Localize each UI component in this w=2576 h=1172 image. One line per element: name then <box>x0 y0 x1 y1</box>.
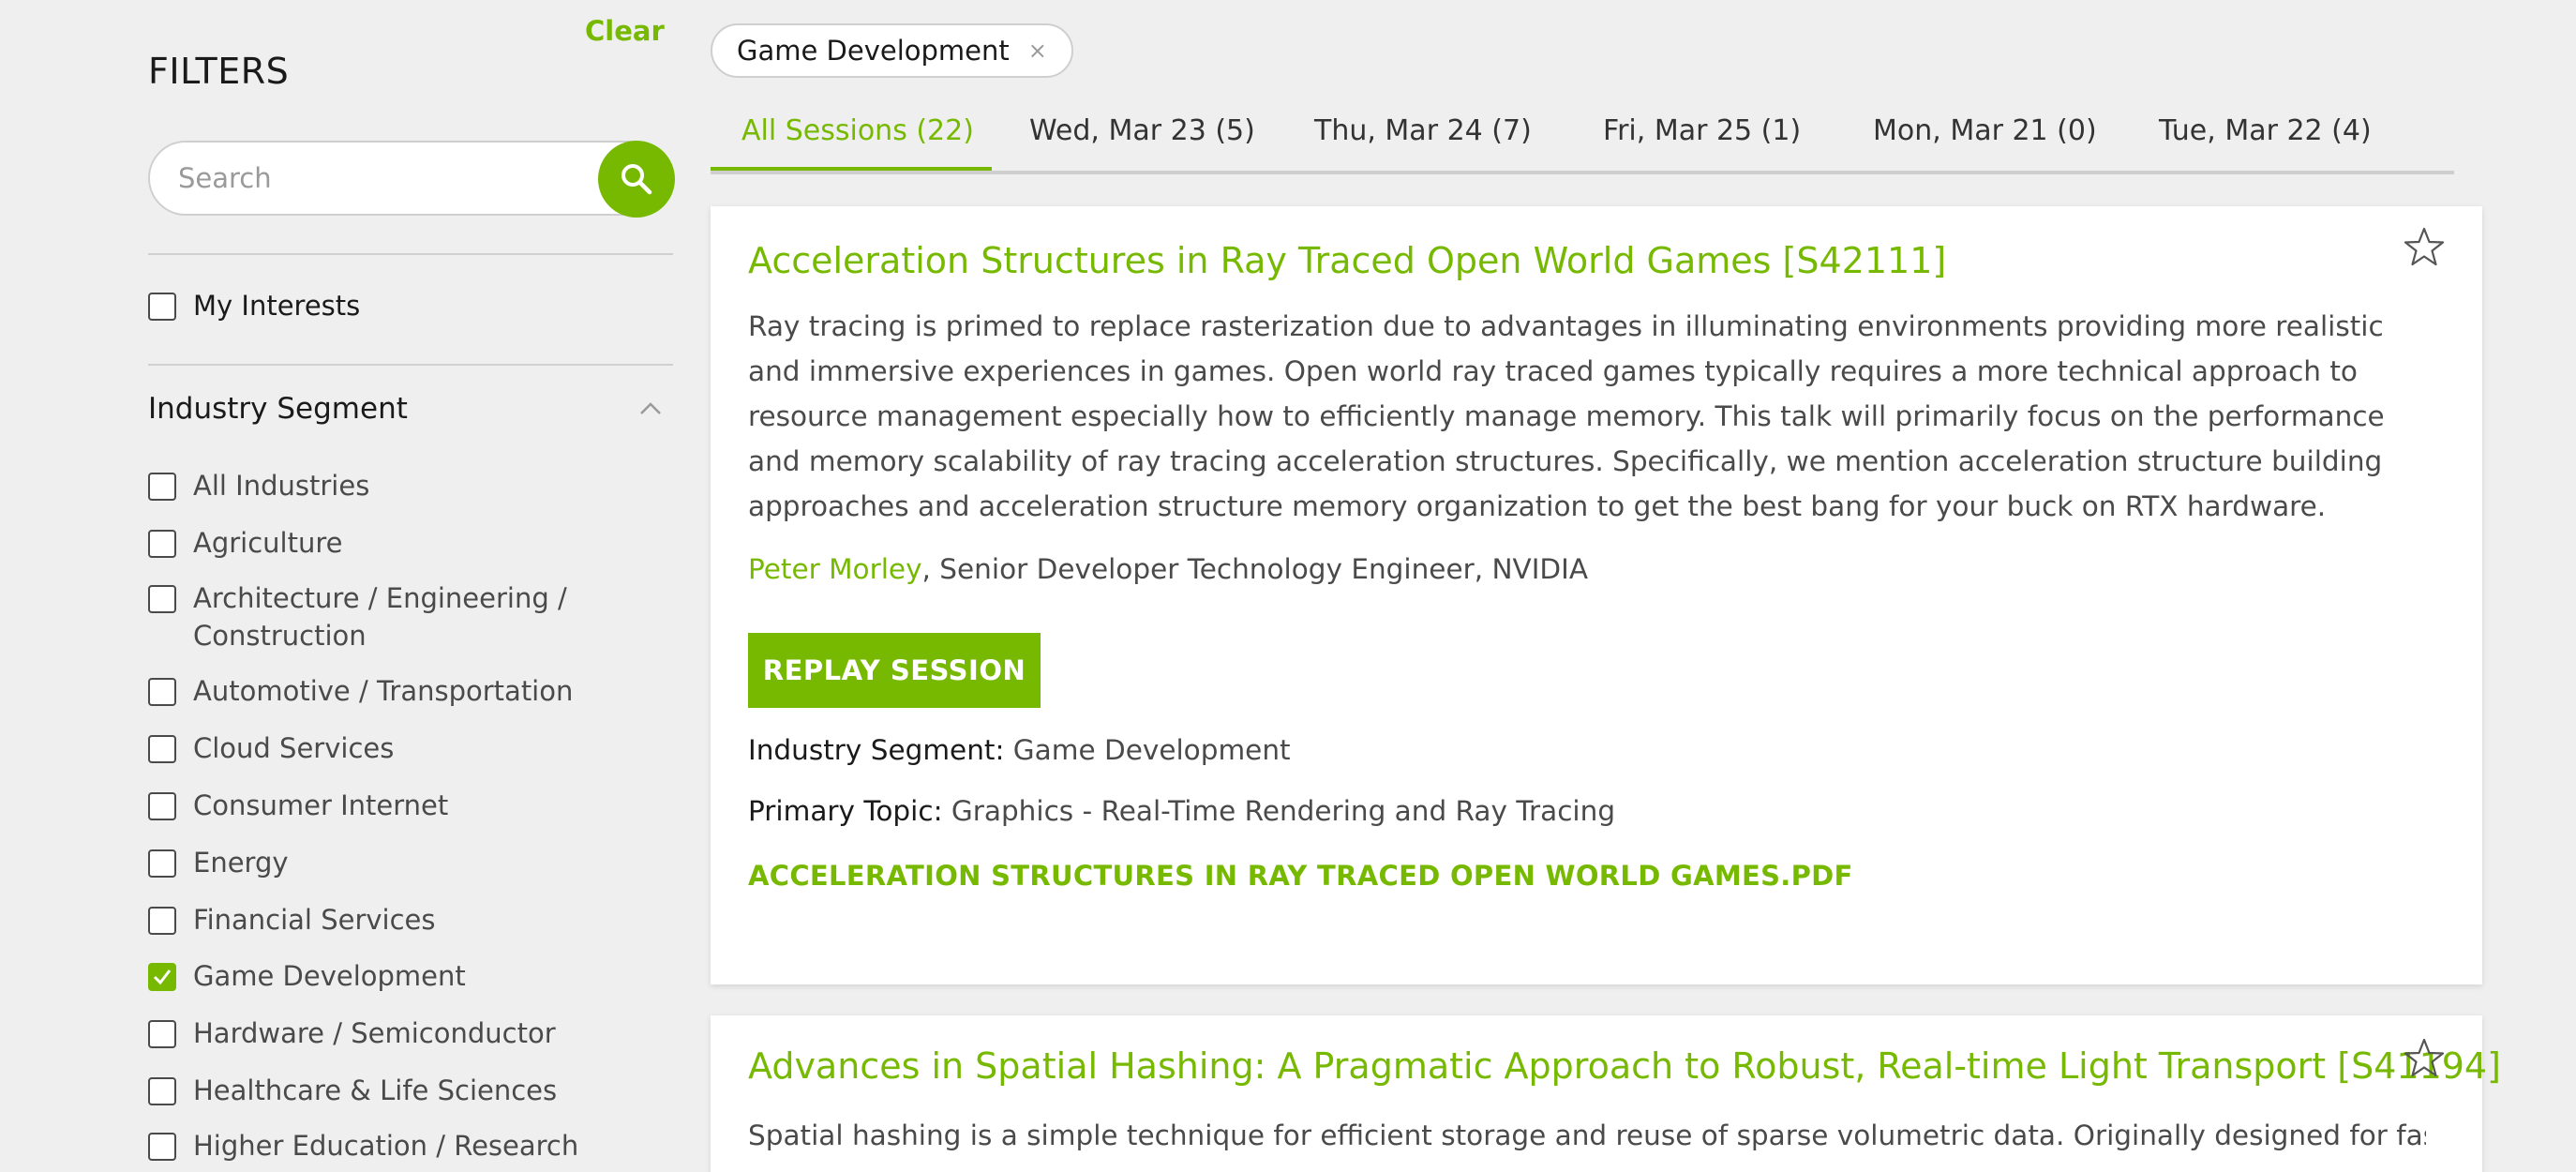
date-tabs: All Sessions (22) Wed, Mar 23 (5) Thu, M… <box>711 105 2454 174</box>
remove-filter-icon[interactable]: × <box>1028 38 1047 64</box>
segment-label: Agriculture <box>193 527 343 559</box>
session-speaker: Peter Morley, Senior Developer Technolog… <box>748 553 1588 585</box>
segment-item-healthcare[interactable]: Healthcare & Life Sciences <box>148 1074 557 1109</box>
segment-label: Cloud Services <box>193 732 395 764</box>
segment-item-cloud-services[interactable]: Cloud Services <box>148 732 394 767</box>
segment-checkbox[interactable] <box>148 678 176 706</box>
my-interests-checkbox[interactable] <box>148 293 176 321</box>
segment-item-agriculture[interactable]: Agriculture <box>148 527 343 562</box>
segment-label: Hardware / Semiconductor <box>193 1017 556 1049</box>
filters-title: FILTERS <box>148 51 290 92</box>
segment-label: Financial Services <box>193 904 436 936</box>
tab-wed-mar-23[interactable]: Wed, Mar 23 (5) <box>1029 114 1255 147</box>
segment-label: Energy <box>193 847 289 879</box>
segment-label: Architecture / Engineering / Constructio… <box>193 579 567 654</box>
search-box <box>148 141 675 218</box>
my-interests-label: My Interests <box>193 290 361 322</box>
tab-mon-mar-21[interactable]: Mon, Mar 21 (0) <box>1873 114 2097 147</box>
speaker-name-link[interactable]: Peter Morley <box>748 553 922 585</box>
segment-checkbox[interactable] <box>148 585 176 613</box>
segment-label-line1: Architecture / Engineering / <box>193 582 567 614</box>
segment-label: Automotive / Transportation <box>193 675 574 707</box>
segment-label: All Industries <box>193 470 370 502</box>
clear-filters-link[interactable]: Clear <box>585 15 665 47</box>
divider <box>148 253 673 255</box>
segment-label: Consumer Internet <box>193 789 449 821</box>
segment-item-energy[interactable]: Energy <box>148 847 289 881</box>
tab-fri-mar-25[interactable]: Fri, Mar 25 (1) <box>1603 114 1801 147</box>
session-description: Spatial hashing is a simple technique fo… <box>748 1119 2426 1151</box>
segment-label: Game Development <box>193 960 466 992</box>
segment-checkbox[interactable] <box>148 530 176 558</box>
sessions-page: FILTERS Clear My Interests Industry Segm… <box>0 0 2576 1172</box>
segment-item-financial-services[interactable]: Financial Services <box>148 904 436 939</box>
primary-topic-meta-label: Primary Topic: <box>748 795 943 827</box>
star-outline-icon[interactable] <box>2402 225 2447 270</box>
active-filter-chip: Game Development × <box>711 23 1073 78</box>
checkmark-icon <box>153 969 172 985</box>
industry-segment-meta-value: Game Development <box>1004 734 1291 766</box>
segment-checkbox[interactable] <box>148 849 176 878</box>
primary-topic-meta-value: Graphics - Real-Time Rendering and Ray T… <box>942 795 1616 827</box>
session-card: Acceleration Structures in Ray Traced Op… <box>711 206 2482 984</box>
tab-all-sessions[interactable]: All Sessions (22) <box>741 114 974 147</box>
segment-checkbox[interactable] <box>148 473 176 501</box>
session-description: Ray tracing is primed to replace rasteri… <box>748 310 2385 522</box>
segment-checkbox[interactable] <box>148 792 176 820</box>
industry-segment-title: Industry Segment <box>148 392 408 426</box>
active-filter-label: Game Development <box>737 35 1010 67</box>
session-title[interactable]: Acceleration Structures in Ray Traced Op… <box>748 240 1946 281</box>
segment-checkbox[interactable] <box>148 1020 176 1048</box>
segment-checkbox[interactable] <box>148 735 176 763</box>
search-button[interactable] <box>598 141 675 218</box>
segment-label: Higher Education / Research <box>193 1130 579 1162</box>
industry-segment-meta: Industry Segment: Game Development <box>748 734 1291 766</box>
search-input[interactable] <box>178 156 553 201</box>
segment-checkbox[interactable] <box>148 907 176 935</box>
search-icon <box>622 164 652 195</box>
speaker-role: , Senior Developer Technology Engineer, … <box>921 553 1589 585</box>
segment-checkbox-checked[interactable] <box>148 963 176 991</box>
segment-label: Healthcare & Life Sciences <box>193 1074 558 1106</box>
segment-item-consumer-internet[interactable]: Consumer Internet <box>148 789 448 824</box>
industry-segment-header[interactable]: Industry Segment <box>148 392 673 426</box>
tab-thu-mar-24[interactable]: Thu, Mar 24 (7) <box>1314 114 1532 147</box>
tab-tue-mar-22[interactable]: Tue, Mar 22 (4) <box>2159 114 2372 147</box>
segment-checkbox[interactable] <box>148 1077 176 1105</box>
session-title[interactable]: Advances in Spatial Hashing: A Pragmatic… <box>748 1045 2501 1087</box>
segment-item-higher-education[interactable]: Higher Education / Research <box>148 1130 578 1164</box>
star-outline-icon[interactable] <box>2402 1036 2447 1081</box>
my-interests-row[interactable]: My Interests <box>148 290 360 324</box>
industry-segment-meta-label: Industry Segment: <box>748 734 1005 766</box>
session-pdf-link[interactable]: ACCELERATION STRUCTURES IN RAY TRACED OP… <box>748 860 1853 892</box>
segment-item-hardware[interactable]: Hardware / Semiconductor <box>148 1017 556 1052</box>
session-card: Advances in Spatial Hashing: A Pragmatic… <box>711 1015 2501 1172</box>
segment-checkbox[interactable] <box>148 1133 176 1161</box>
segment-item-game-development[interactable]: Game Development <box>148 960 466 995</box>
replay-session-button[interactable]: REPLAY SESSION <box>748 633 1041 708</box>
active-tab-indicator <box>711 167 992 171</box>
segment-item-automotive[interactable]: Automotive / Transportation <box>148 675 573 710</box>
primary-topic-meta: Primary Topic: Graphics - Real-Time Rend… <box>748 795 1615 827</box>
segment-item-all-industries[interactable]: All Industries <box>148 470 369 504</box>
chevron-up-icon[interactable] <box>637 396 664 422</box>
divider <box>148 364 673 366</box>
segment-label-line2: Construction <box>193 620 367 652</box>
segment-item-architecture[interactable]: Architecture / Engineering / Constructio… <box>148 582 567 654</box>
